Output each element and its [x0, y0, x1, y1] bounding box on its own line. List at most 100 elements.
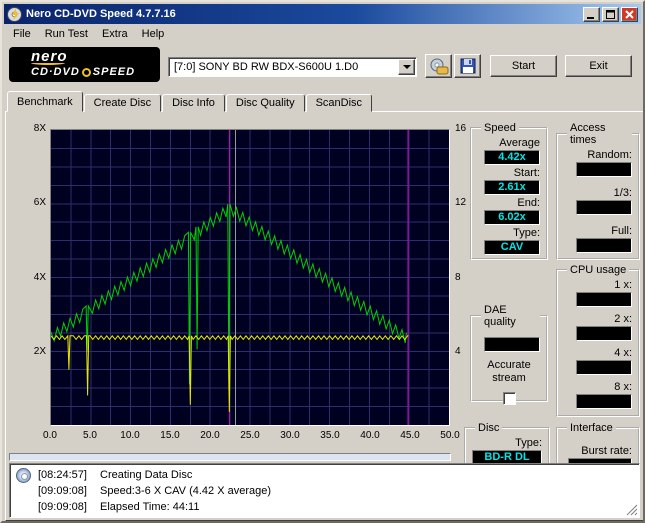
access-times-group-title: Access times [570, 122, 606, 146]
tab-disc-quality[interactable]: Disc Quality [225, 94, 305, 112]
log-entry: [08:24:57] Creating Data Disc [38, 467, 635, 483]
x-axis-label: 45.0 [400, 430, 420, 441]
start-label: Start: [513, 167, 540, 179]
menubar: File Run Test Extra Help [4, 24, 641, 43]
menu-extra[interactable]: Extra [95, 26, 135, 42]
dae-quality-field [484, 337, 540, 352]
cpu-8x-field [576, 394, 632, 409]
end-value: 6.02x [498, 211, 526, 223]
cpu-4x-field [576, 360, 632, 375]
tab-bar: Benchmark Create Disc Disc Info Disc Qua… [7, 91, 373, 112]
resize-grip[interactable] [625, 503, 638, 516]
burst-rate-label: Burst rate: [581, 445, 632, 457]
chevron-down-icon [402, 65, 411, 69]
x-axis-label: 15.0 [160, 430, 180, 441]
drive-select[interactable]: [7:0] SONY BD RW BDX-S600U 1.D0 [168, 57, 417, 77]
cpu-1x-field [576, 292, 632, 307]
x-axis-label: 5.0 [83, 430, 97, 441]
window-title: Nero CD-DVD Speed 4.7.7.16 [26, 8, 176, 20]
tab-scandisc[interactable]: ScanDisc [305, 94, 373, 112]
menu-run-test[interactable]: Run Test [38, 26, 95, 42]
average-value-field: 4.42x [484, 150, 540, 165]
disc-icon [16, 468, 31, 483]
benchmark-chart [50, 129, 450, 426]
nero-logo-cddvd: CD·DVD [31, 66, 80, 78]
log-box[interactable]: [08:24:57] Creating Data Disc [09:09:08]… [9, 463, 640, 518]
exit-button[interactable]: Exit [565, 55, 632, 77]
full-label: Full: [611, 225, 632, 237]
tab-benchmark[interactable]: Benchmark [7, 91, 83, 112]
cpu-4x-label: 4 x: [614, 347, 632, 359]
y-axis-label: 8 [455, 271, 461, 283]
x-axis-label: 35.0 [320, 430, 340, 441]
save-button[interactable] [454, 54, 481, 78]
minimize-button[interactable] [583, 6, 600, 22]
eject-disc-button[interactable] [425, 54, 452, 78]
cpu-2x-field [576, 326, 632, 341]
dae-quality-group: DAE quality Accurate stream [470, 304, 548, 405]
hand-disc-icon [430, 58, 448, 74]
nero-logo-speed: SPEED [92, 66, 136, 78]
disc-type-label: Type: [515, 437, 542, 449]
dae-quality-group-title: DAE quality [484, 304, 516, 328]
average-label: Average [499, 137, 540, 149]
interface-group-title: Interface [570, 422, 613, 434]
nero-logo-word: nero [31, 48, 68, 65]
disc-ring-icon [81, 67, 91, 77]
x-axis-labels: 0.0 5.0 10.0 15.0 20.0 25.0 30.0 35.0 40.0 45.0 50… [30, 430, 470, 442]
drive-select-value: [7:0] SONY BD RW BDX-S600U 1.D0 [174, 61, 359, 73]
accurate-stream-checkbox[interactable] [502, 392, 516, 405]
x-axis-label: 50.0 [440, 430, 460, 441]
y-axis-label: 4X [33, 271, 46, 283]
y-axis-label: 8X [33, 123, 46, 134]
tab-disc-info[interactable]: Disc Info [162, 94, 225, 112]
log-entry: [09:09:08] Speed:3-6 X CAV (4.42 X avera… [38, 483, 635, 499]
average-value: 4.42x [498, 151, 526, 163]
y-axis-label: 16 [455, 123, 467, 134]
titlebar: Nero CD-DVD Speed 4.7.7.16 [4, 4, 641, 24]
y-axis-label: 4 [455, 345, 461, 357]
full-value-field [576, 238, 632, 253]
y-axis-left-labels: 8X 6X 4X 2X [14, 123, 48, 426]
x-axis-label: 0.0 [43, 430, 57, 441]
speed-group-title: Speed [484, 122, 516, 134]
maximize-icon [606, 9, 615, 19]
start-button[interactable]: Start [490, 55, 557, 77]
cpu-usage-group: CPU usage 1 x: 2 x: 4 x: 8 x: [556, 264, 640, 417]
end-value-field: 6.02x [484, 210, 540, 225]
log-entry-time: [09:09:08] [38, 501, 87, 513]
y-axis-label: 6X [33, 197, 46, 209]
random-label: Random: [587, 149, 632, 161]
minimize-icon [587, 16, 594, 19]
accurate-stream-label: Accurate stream [487, 359, 531, 384]
access-times-group: Access times Random: 1/3: Full: [556, 122, 640, 260]
disc-group-title: Disc [478, 422, 500, 434]
start-value: 2.61x [498, 181, 526, 193]
close-button[interactable] [621, 6, 638, 22]
cpu-2x-label: 2 x: [614, 313, 632, 325]
x-axis-label: 20.0 [200, 430, 220, 441]
x-axis-label: 10.0 [120, 430, 140, 441]
y-axis-label: 2X [33, 345, 46, 357]
start-value-field: 2.61x [484, 180, 540, 195]
benchmark-plot [50, 130, 449, 425]
maximize-button[interactable] [602, 6, 619, 22]
speed-type-field: CAV [484, 240, 540, 255]
menu-help[interactable]: Help [135, 26, 172, 42]
speed-type-value: CAV [500, 241, 524, 253]
menu-file[interactable]: File [6, 26, 38, 42]
x-axis-label: 30.0 [280, 430, 300, 441]
cpu-8x-label: 8 x: [614, 381, 632, 393]
tab-create-disc[interactable]: Create Disc [83, 94, 162, 112]
log-entry-text: Elapsed Time: 44:11 [100, 501, 200, 513]
x-axis-label: 40.0 [360, 430, 380, 441]
one-third-label: 1/3: [613, 187, 632, 199]
speed-type-label: Type: [513, 227, 540, 239]
speed-group: Speed Average 4.42x Start: 2.61x End: 6.… [470, 122, 548, 260]
random-value-field [576, 162, 632, 177]
close-icon [625, 9, 634, 19]
cpu-usage-group-title: CPU usage [570, 264, 627, 276]
x-axis-label: 25.0 [240, 430, 260, 441]
progress-bar [9, 453, 451, 461]
drive-select-dropdown-button[interactable] [398, 59, 415, 75]
